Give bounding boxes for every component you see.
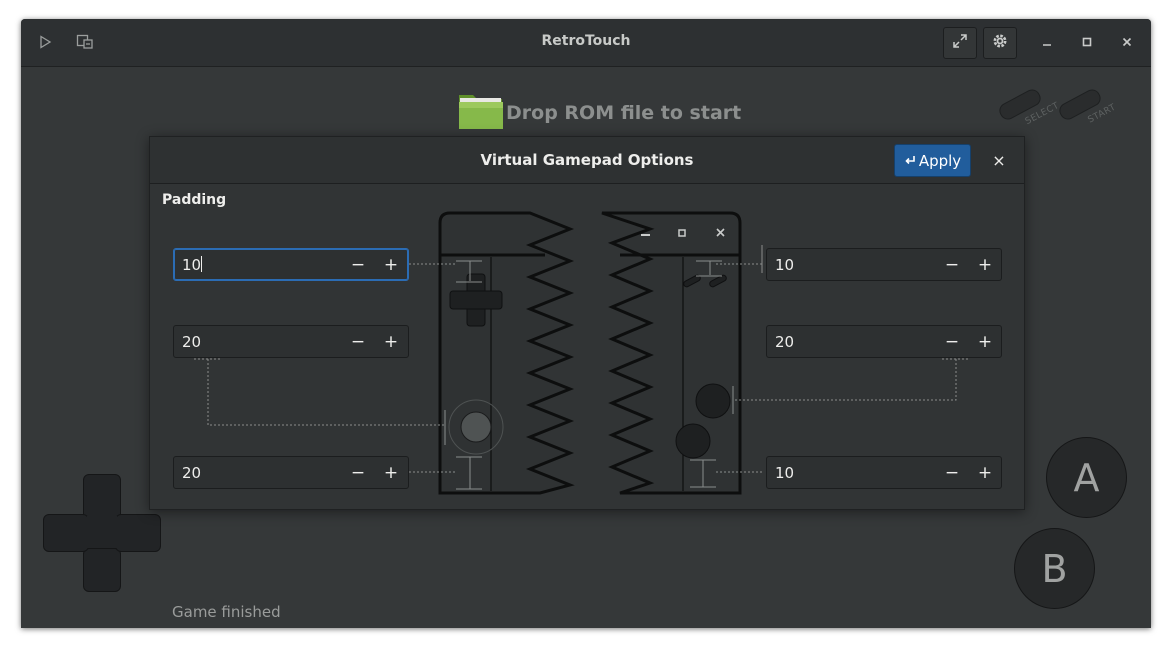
padding-left-top-spin[interactable]: 10 − +	[173, 248, 409, 281]
minimize-icon[interactable]	[1037, 32, 1057, 52]
dpad-down[interactable]	[83, 548, 121, 592]
padding-right-middle-spin[interactable]: 20 − +	[766, 325, 1002, 358]
fullscreen-button[interactable]	[943, 27, 977, 59]
padding-left-bottom-spin[interactable]: 20 − +	[173, 456, 409, 489]
b-button[interactable]: B	[1014, 528, 1095, 609]
settings-button[interactable]	[983, 27, 1017, 59]
minus-button[interactable]: −	[936, 249, 968, 280]
app-title: RetroTouch	[541, 33, 631, 49]
dpad-up[interactable]	[83, 474, 121, 520]
gamepad-options-dialog: Virtual Gamepad Options Apply × Padding	[149, 136, 1025, 510]
maximize-icon[interactable]	[1077, 32, 1097, 52]
padding-right-top-spin[interactable]: 10 − +	[766, 248, 1002, 281]
plus-button[interactable]: +	[969, 457, 1001, 488]
padding-left-middle-input[interactable]: 20	[182, 333, 201, 351]
close-icon[interactable]	[1117, 32, 1137, 52]
padding-right-bottom-spin[interactable]: 10 − +	[766, 456, 1002, 489]
padding-right-top-input[interactable]: 10	[775, 256, 794, 274]
b-button-label: B	[1041, 546, 1068, 591]
dpad-center	[87, 516, 117, 548]
a-button-label: A	[1073, 455, 1100, 500]
dpad-right[interactable]	[115, 514, 161, 552]
folder-icon	[458, 91, 504, 135]
plus-button[interactable]: +	[969, 249, 1001, 280]
plus-button[interactable]: +	[375, 249, 407, 280]
plus-button[interactable]: +	[375, 457, 407, 488]
minus-button[interactable]: −	[342, 249, 374, 280]
titlebar: RetroTouch	[21, 19, 1151, 67]
drop-rom-text: Drop ROM file to start	[506, 102, 742, 124]
minus-button[interactable]: −	[936, 457, 968, 488]
minus-button[interactable]: −	[342, 326, 374, 357]
plus-button[interactable]: +	[969, 326, 1001, 357]
padding-right-bottom-input[interactable]: 10	[775, 464, 794, 482]
minus-button[interactable]: −	[342, 457, 374, 488]
a-button[interactable]: A	[1046, 437, 1127, 518]
status-text: Game finished	[172, 603, 281, 621]
padding-right-middle-input[interactable]: 20	[775, 333, 794, 351]
drop-zone[interactable]: Drop ROM file to start	[458, 93, 741, 133]
padding-diagram	[194, 211, 970, 495]
app-window: RetroTouch Drop ROM file to start SELECT…	[21, 19, 1151, 628]
padding-left-top-input[interactable]: 10	[182, 256, 203, 274]
padding-left-middle-spin[interactable]: 20 − +	[173, 325, 409, 358]
fullscreen-icon	[952, 33, 968, 53]
minus-button[interactable]: −	[936, 326, 968, 357]
dpad-left[interactable]	[43, 514, 89, 552]
settings-icon	[991, 32, 1009, 54]
plus-button[interactable]: +	[375, 326, 407, 357]
padding-left-bottom-input[interactable]: 20	[182, 464, 201, 482]
